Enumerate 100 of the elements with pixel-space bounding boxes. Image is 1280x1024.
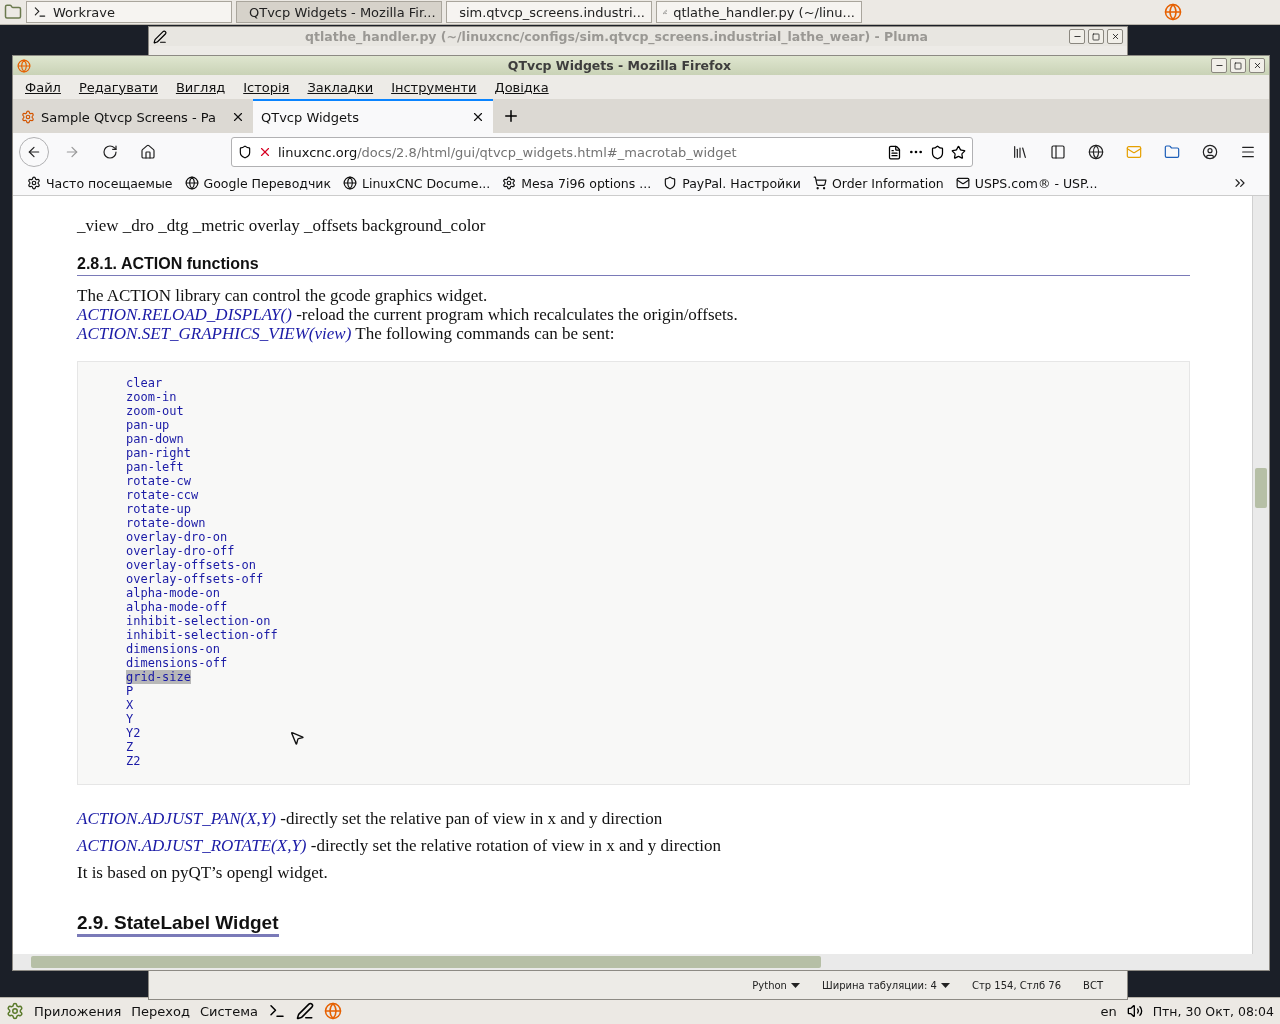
caret-icon: [941, 982, 950, 988]
code-line: pan-down: [126, 432, 184, 446]
code-link[interactable]: ACTION.ADJUST_PAN(X,Y): [77, 809, 276, 828]
maximize-icon: [1234, 61, 1242, 70]
code-line: pan-up: [126, 418, 170, 432]
site-icon: [27, 176, 41, 190]
menu-item[interactable]: Історія: [243, 79, 290, 95]
site-icon: [663, 176, 678, 190]
browser-icon[interactable]: [1164, 3, 1182, 21]
code-line: inhibit-selection-off: [126, 628, 278, 642]
reader-view-icon: [887, 144, 902, 160]
reload-icon: [102, 144, 118, 160]
section-heading: 2.9. StateLabel Widget: [77, 912, 279, 937]
plus-icon: [502, 107, 520, 125]
browser-tab[interactable]: Sample Qtvcp Screens - Pa: [13, 99, 253, 133]
bookmark-item[interactable]: Часто посещаемые: [27, 175, 173, 191]
code-line: alpha-mode-on: [126, 586, 220, 600]
browser-tab[interactable]: QTvcp Widgets: [253, 99, 493, 133]
code-line: rotate-down: [126, 516, 206, 530]
taskbar-button[interactable]: qtlathe_handler.py (~/linu...: [656, 1, 862, 23]
back-arrow-icon: [26, 144, 42, 160]
paragraph: _view _dro _dtg _metric overlay _offsets background_color: [77, 216, 487, 235]
bookmark-item[interactable]: Mesa 7i96 options ...: [502, 175, 652, 191]
close-icon: [1252, 61, 1262, 70]
menu-logo-icon: [6, 1002, 24, 1020]
code-link[interactable]: ACTION.SET_GRAPHICS_VIEW(view): [77, 324, 352, 343]
panel-menu[interactable]: Переход: [131, 1003, 190, 1019]
menu-item[interactable]: Закладки: [307, 79, 374, 95]
bookmark-item[interactable]: Order Information: [812, 175, 944, 191]
close-button[interactable]: [1249, 58, 1265, 73]
panel-menu[interactable]: Система: [199, 1003, 258, 1019]
vertical-scrollbar[interactable]: [1252, 196, 1269, 954]
clock[interactable]: Птн, 30 Окт, 08:04: [1152, 1003, 1274, 1019]
site-icon: [812, 176, 827, 190]
site-icon: [21, 110, 35, 124]
shield-icon: [238, 145, 252, 159]
menu-item[interactable]: Вигляд: [175, 79, 226, 95]
menu-item[interactable]: Файл: [25, 79, 61, 95]
taskbar-button[interactable]: Workrave: [26, 1, 232, 23]
close-tab-icon[interactable]: [231, 110, 245, 124]
code-line: overlay-dro-off: [126, 544, 235, 558]
paragraph: It is based on pyQT’s opengl widget.: [77, 863, 329, 882]
code-line: overlay-offsets-on: [126, 558, 257, 572]
code-line: Y: [126, 712, 134, 726]
bookmark-item[interactable]: Google Переводчик: [184, 175, 331, 191]
editor-icon[interactable]: [295, 1002, 314, 1020]
window-title: qtlathe_handler.py (~/linuxcnc/configs/sim.qtvcp_screens.industrial_lathe_wear) - Pluma: [304, 29, 929, 44]
bookmark-item[interactable]: LinuxCNC Docume...: [343, 175, 491, 191]
keyboard-layout[interactable]: en: [1100, 1003, 1117, 1019]
menu-item[interactable]: Редагувати: [78, 79, 158, 95]
bookmark-item[interactable]: PayPal. Настройки: [663, 175, 801, 191]
menu-icon: [1240, 144, 1256, 160]
code-line: alpha-mode-off: [126, 600, 228, 614]
code-line: X: [126, 698, 134, 712]
bookmark-star-icon: [951, 144, 966, 160]
paragraph: -directly set the relative rotation of view in x and y direction: [309, 836, 721, 855]
volume-icon[interactable]: [1126, 1003, 1143, 1019]
library-icon: [1012, 144, 1028, 160]
forward-arrow-icon: [64, 144, 80, 160]
menu-item[interactable]: Довідка: [494, 79, 549, 95]
code-line: dimensions-off: [126, 656, 228, 670]
code-link[interactable]: ACTION.RELOAD_DISPLAY(): [77, 305, 292, 324]
taskbar-button[interactable]: sim.qtvcp_screens.industri...: [446, 1, 652, 23]
cursor-position: Стр 154, Стлб 76: [972, 979, 1062, 991]
panel-menu[interactable]: Приложения: [34, 1003, 122, 1019]
close-button[interactable]: [1107, 29, 1123, 44]
browser-icon: [17, 58, 31, 73]
paragraph: -reload the current program which recalculates the origin/offsets.: [295, 305, 738, 324]
language-selector[interactable]: Python: [752, 979, 800, 991]
code-line: dimensions-on: [126, 642, 220, 656]
folder-icon[interactable]: [4, 3, 22, 21]
site-icon: [955, 176, 970, 190]
minimize-button[interactable]: [1211, 58, 1227, 73]
code-line: zoom-out: [126, 404, 184, 418]
close-icon: [1110, 32, 1120, 41]
folder-icon: [1164, 144, 1180, 160]
site-icon: [343, 176, 357, 190]
paragraph: -directly set the relative pan of view in x and y direction: [279, 809, 663, 828]
browser-icon[interactable]: [323, 1002, 342, 1020]
address-bar[interactable]: linuxcnc.org/docs/2.8/html/gui/qtvcp_widgets.html#_macrotab_widget: [231, 137, 973, 167]
code-line: overlay-offsets-off: [126, 572, 264, 586]
close-tab-icon[interactable]: [471, 110, 485, 124]
tab-width-selector[interactable]: Ширина табуляции: 4: [821, 979, 950, 991]
home-icon: [140, 144, 156, 160]
code-line: clear: [126, 376, 163, 390]
account-icon: [1202, 144, 1218, 160]
minimize-button[interactable]: [1069, 29, 1085, 44]
code-line: rotate-up: [126, 502, 192, 516]
code-line: Z2: [126, 754, 141, 768]
taskbar-button[interactable]: QTvcp Widgets - Mozilla Fir...: [236, 1, 442, 23]
menu-item[interactable]: Інструменти: [391, 79, 477, 95]
site-icon: [184, 176, 199, 190]
code-line: rotate-cw: [126, 474, 192, 488]
code-line: P: [126, 684, 134, 698]
terminal-icon[interactable]: [267, 1002, 286, 1020]
bookmark-item[interactable]: USPS.com® - USP...: [955, 175, 1098, 191]
caret-icon: [790, 982, 800, 988]
code-link[interactable]: ACTION.ADJUST_ROTATE(X,Y): [77, 836, 307, 855]
code-line: pan-left: [126, 460, 184, 474]
code-line: overlay-dro-on: [126, 530, 228, 544]
